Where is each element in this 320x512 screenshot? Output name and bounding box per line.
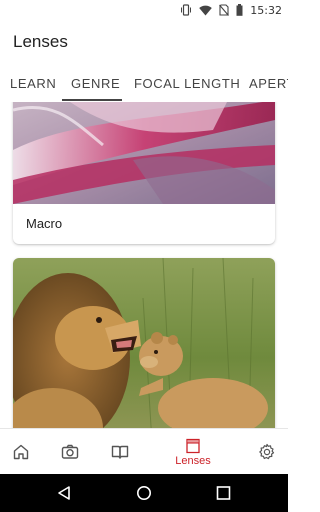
recents-icon[interactable]: [216, 485, 231, 501]
nav-home[interactable]: [6, 429, 36, 475]
home-button-icon[interactable]: [136, 485, 152, 501]
genre-card-macro[interactable]: Macro: [13, 102, 275, 244]
nav-camera[interactable]: [55, 429, 85, 475]
lion-image: [13, 258, 275, 428]
tab-aperture[interactable]: APERT: [249, 76, 288, 91]
book-icon: [111, 445, 129, 459]
genre-card-wildlife[interactable]: [13, 258, 275, 428]
tab-genre[interactable]: GENRE: [71, 76, 120, 91]
nav-lenses[interactable]: Lenses: [168, 429, 218, 475]
battery-icon: [236, 4, 243, 16]
status-icons: 15:32: [180, 0, 282, 20]
tab-indicator: [62, 99, 122, 101]
status-time: 15:32: [250, 3, 282, 17]
bottom-nav: Lenses: [0, 428, 288, 474]
gear-icon: [259, 443, 275, 460]
tab-learn[interactable]: LEARN: [10, 76, 56, 91]
tab-bar: LEARN GENRE FOCAL LENGTH APERT: [0, 64, 288, 102]
no-sim-icon: [219, 4, 230, 16]
lenses-icon: [186, 438, 200, 453]
wifi-icon: [199, 5, 213, 15]
tab-focal-length[interactable]: FOCAL LENGTH: [134, 76, 240, 91]
genre-list[interactable]: Macro: [0, 102, 288, 428]
page-title: Lenses: [13, 32, 68, 51]
status-bar: 15:32: [0, 0, 288, 20]
macro-image: [13, 102, 275, 204]
camera-icon: [61, 444, 79, 459]
card-label-macro: Macro: [26, 216, 63, 231]
back-icon[interactable]: [57, 485, 71, 501]
nav-lenses-label: Lenses: [175, 454, 211, 467]
nav-settings[interactable]: [252, 429, 282, 475]
vibrate-icon: [181, 4, 192, 16]
system-nav-bar: [0, 474, 288, 512]
nav-book[interactable]: [105, 429, 135, 475]
home-icon: [13, 444, 29, 460]
